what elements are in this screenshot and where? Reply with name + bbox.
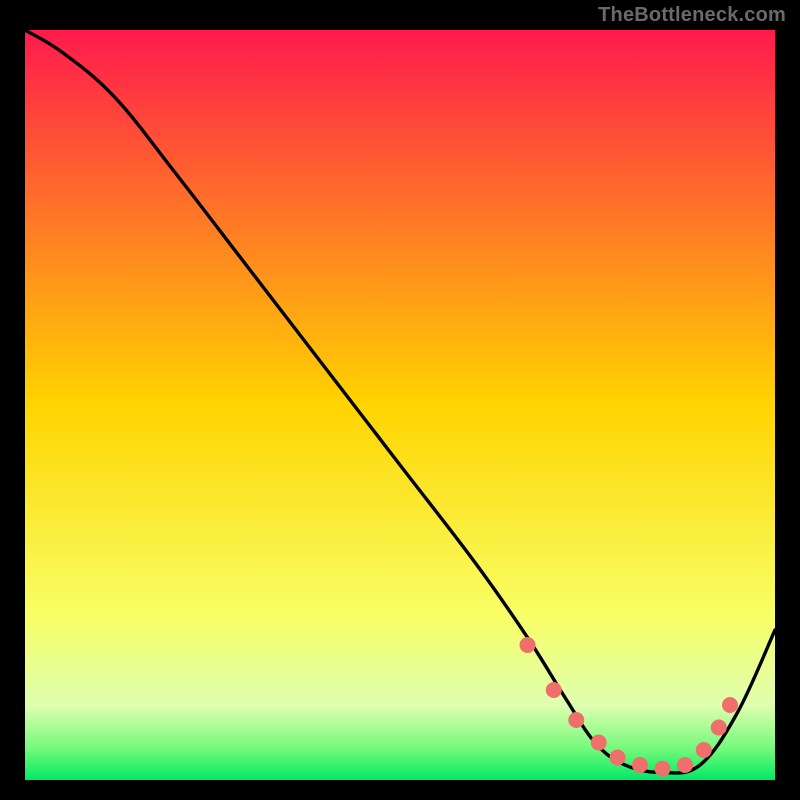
marker-dot: [520, 637, 536, 653]
marker-dot: [711, 720, 727, 736]
marker-dot: [722, 697, 738, 713]
marker-dot: [632, 757, 648, 773]
marker-dot: [677, 757, 693, 773]
chart-svg: [25, 30, 775, 780]
attribution-label: TheBottleneck.com: [598, 4, 786, 27]
chart-frame: TheBottleneck.com: [0, 0, 800, 800]
marker-dot: [546, 682, 562, 698]
marker-dot: [696, 742, 712, 758]
marker-dot: [568, 712, 584, 728]
chart-background: [25, 30, 775, 780]
plot-area: [25, 30, 775, 780]
marker-dot: [610, 750, 626, 766]
marker-dot: [655, 761, 671, 777]
marker-dot: [591, 735, 607, 751]
